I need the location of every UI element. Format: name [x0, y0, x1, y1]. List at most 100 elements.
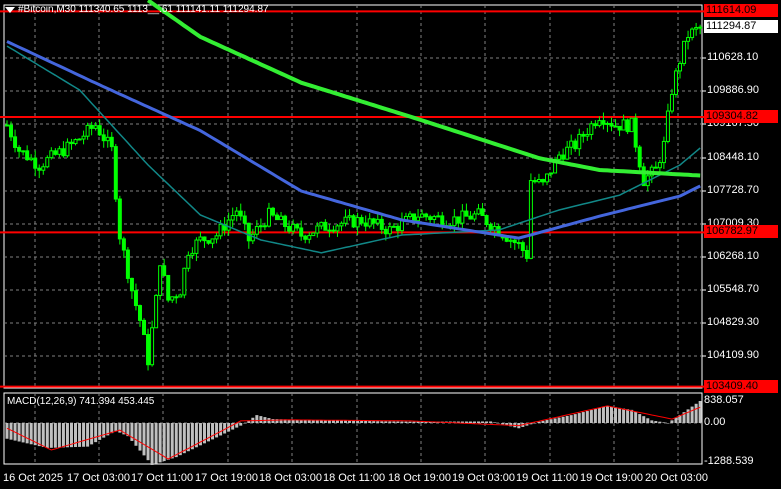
candle-bullish — [85, 124, 90, 137]
candle-bullish — [150, 327, 155, 366]
macd-histogram-bar — [541, 420, 545, 423]
candle-bearish — [371, 218, 376, 224]
macd-histogram-bar — [618, 407, 622, 423]
macd-histogram-bar — [472, 421, 476, 423]
candle-bearish — [512, 239, 517, 244]
candle-bullish — [170, 296, 175, 301]
macd-histogram-bar — [98, 423, 102, 440]
macd-histogram-bar — [37, 423, 41, 447]
macd-histogram-bar — [666, 423, 670, 424]
price-tick-label: 107728.70 — [707, 184, 759, 196]
macd-histogram-bar — [408, 421, 412, 423]
price-tick-label: 105548.70 — [707, 283, 759, 295]
time-axis-label: 17 Oct 11:00 — [131, 472, 194, 484]
macd-histogram-bar — [638, 414, 642, 423]
candle-bullish — [319, 221, 324, 227]
candle-bullish — [291, 223, 296, 232]
candle-bullish — [472, 213, 477, 220]
candle-bullish — [387, 226, 392, 235]
candle-bearish — [162, 265, 167, 276]
candle-bullish — [657, 162, 662, 169]
candle-bearish — [129, 277, 134, 292]
candle-bearish — [17, 146, 22, 152]
macd-histogram-bar — [150, 423, 154, 465]
candle-bullish — [682, 40, 687, 64]
candle-bullish — [549, 172, 554, 175]
macd-histogram-bar — [57, 423, 61, 448]
time-axis-label: 17 Oct 19:00 — [195, 472, 258, 484]
candle-bearish — [625, 119, 630, 133]
macd-histogram-bar — [182, 423, 186, 454]
macd-histogram-bar — [561, 416, 565, 423]
candle-bullish — [315, 225, 320, 234]
macd-histogram-bar — [352, 420, 356, 423]
candle-bullish — [694, 27, 699, 30]
macd-histogram-bar — [384, 421, 388, 423]
candle-bearish — [299, 227, 304, 237]
macd-histogram-bar — [670, 420, 674, 423]
macd-histogram-bar — [646, 418, 650, 423]
candle-bullish — [182, 267, 187, 296]
candle-bearish — [468, 215, 473, 220]
candle-bullish — [577, 133, 582, 150]
macd-axis-label: 838.057 — [704, 394, 744, 406]
candle-bullish — [335, 225, 340, 232]
macd-histogram-bar — [477, 421, 481, 423]
candle-bullish — [557, 154, 562, 160]
macd-histogram-bar — [53, 423, 57, 448]
time-axis-label: 20 Oct 03:00 — [645, 472, 708, 484]
candle-bearish — [89, 124, 94, 129]
macd-histogram-bar — [339, 420, 343, 423]
candle-bullish — [416, 216, 421, 222]
candle-bearish — [609, 122, 614, 127]
candle-bullish — [190, 252, 195, 256]
macd-histogram-bar — [468, 421, 472, 423]
triangle-down-icon[interactable] — [5, 7, 15, 13]
candle-bearish — [613, 125, 618, 128]
candle-bearish — [363, 222, 368, 227]
candle-bearish — [581, 133, 586, 137]
candle-bearish — [283, 215, 288, 228]
macd-histogram-bar — [134, 423, 138, 446]
candle-bullish — [460, 210, 465, 224]
candle-bullish — [45, 157, 50, 168]
macd-histogram-bar — [231, 423, 235, 430]
candle-bullish — [214, 235, 219, 240]
candle-bearish — [524, 249, 529, 259]
macd-histogram-bar — [356, 420, 360, 423]
macd-histogram-bar — [489, 421, 493, 423]
candle-bullish — [279, 215, 284, 221]
macd-histogram-bar — [49, 423, 53, 448]
macd-histogram-bar — [573, 414, 577, 423]
price-chart[interactable] — [0, 0, 781, 489]
candle-bearish — [351, 215, 356, 228]
price-tick-label: 104109.90 — [707, 349, 759, 361]
macd-histogram-bar — [630, 409, 634, 423]
time-axis-label: 16 Oct 2025 — [3, 472, 63, 484]
candle-bearish — [323, 221, 328, 231]
candle-bullish — [266, 207, 271, 227]
main-frame — [3, 4, 703, 389]
candle-bullish — [476, 208, 481, 215]
candle-bullish — [545, 173, 550, 183]
candle-bullish — [77, 138, 82, 141]
macd-title: MACD(12,26,9) 741.394 453.445 — [7, 396, 155, 407]
macd-histogram-bar — [553, 418, 557, 423]
macd-histogram-bar — [392, 421, 396, 423]
candle-bearish — [101, 134, 106, 142]
level-price-label: 109304.82 — [704, 110, 778, 124]
candle-bullish — [339, 222, 344, 227]
macd-histogram-bar — [368, 421, 372, 423]
macd-histogram-bar — [690, 406, 694, 423]
candle-bullish — [408, 213, 412, 217]
macd-histogram-bar — [694, 403, 698, 423]
time-axis-label: 19 Oct 19:00 — [580, 472, 643, 484]
macd-histogram-bar — [90, 423, 94, 445]
macd-histogram-bar — [662, 422, 666, 423]
price-tick-label: 104829.30 — [707, 316, 759, 328]
candle-bullish — [307, 235, 312, 240]
macd-histogram-bar — [545, 420, 549, 423]
macd-histogram-bar — [400, 421, 404, 423]
macd-histogram-bar — [178, 423, 182, 456]
macd-histogram-bar — [593, 409, 597, 423]
